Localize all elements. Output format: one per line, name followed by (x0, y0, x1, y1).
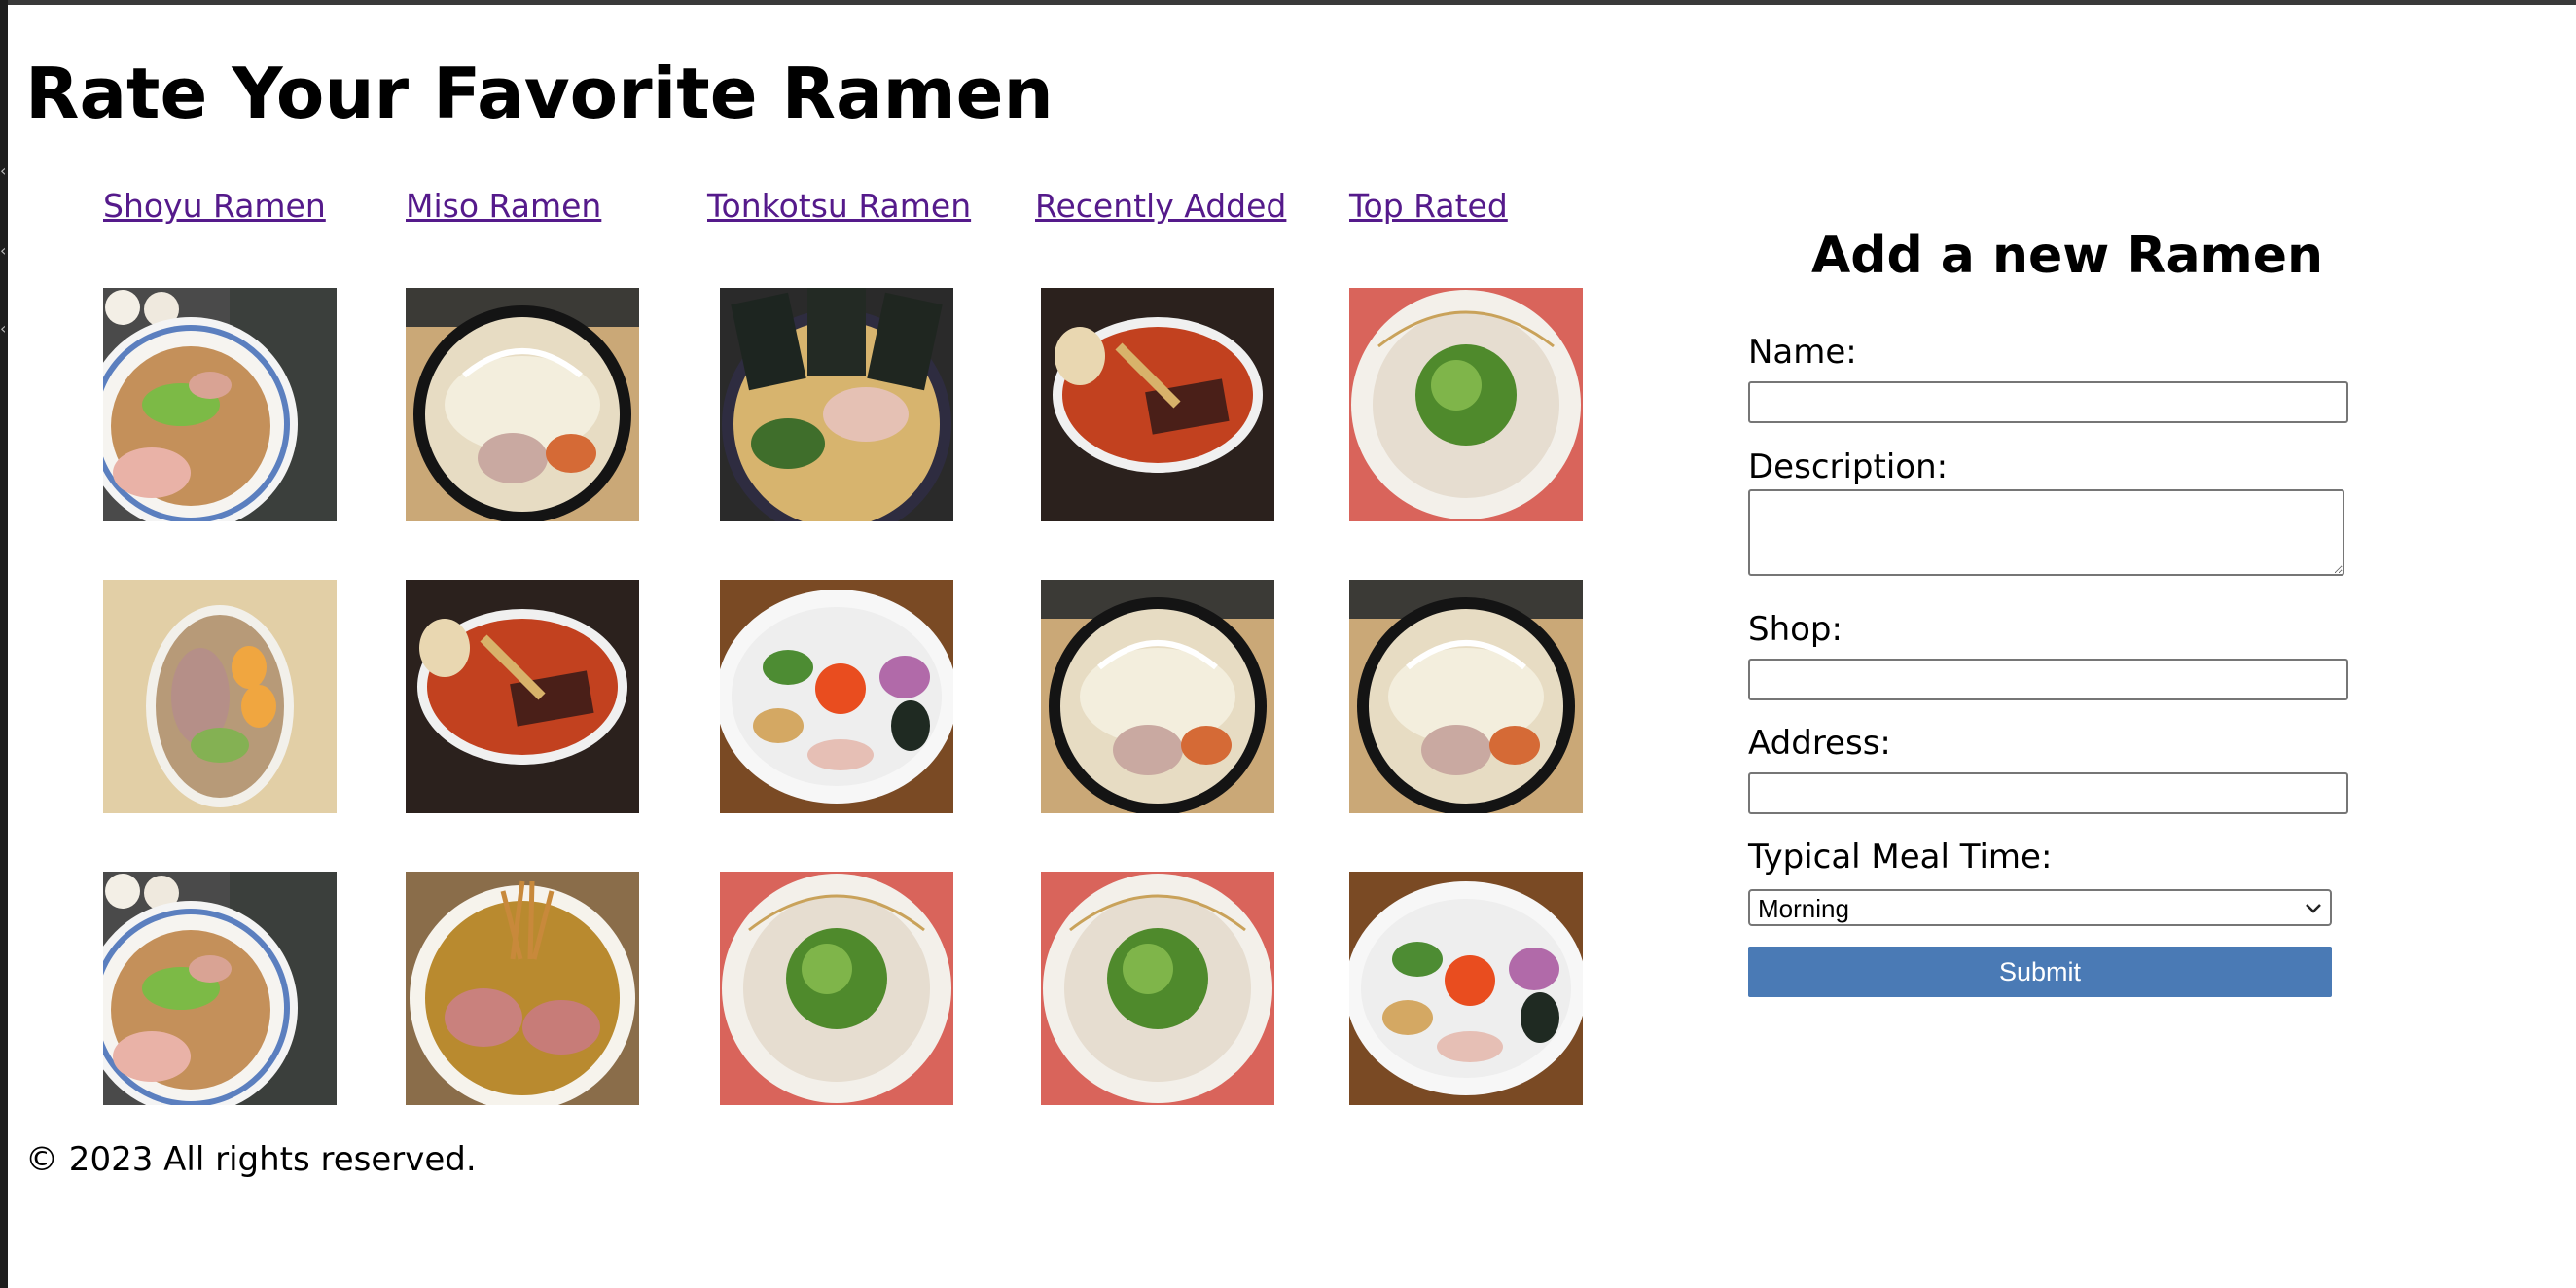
address-label: Address: (1748, 724, 1891, 763)
ramen-photo[interactable] (103, 872, 337, 1105)
shop-label: Shop: (1748, 610, 1843, 649)
tonkotsu-bowl-with-nori-and-chashu-photo (720, 288, 953, 521)
ramen-photo[interactable] (406, 580, 639, 813)
shop-input[interactable] (1748, 659, 2348, 700)
ramen-photo[interactable] (720, 288, 953, 521)
browser-top-edge (0, 0, 2576, 5)
meal-time-label: Typical Meal Time: (1748, 838, 2053, 877)
page-title: Rate Your Favorite Ramen (25, 53, 1054, 134)
meal-time-selected-value: Morning (1758, 894, 1849, 923)
ramen-photo[interactable] (1349, 580, 1583, 813)
spicy-red-bowl-with-egg-photo (1041, 288, 1274, 521)
footer-copyright: © 2023 All rights reserved. (25, 1140, 477, 1179)
edge-glyph: ‹ (0, 161, 7, 180)
nav-link-tonkotsu-ramen[interactable]: Tonkotsu Ramen (707, 183, 971, 230)
nav-link-top-rated[interactable]: Top Rated (1349, 183, 1508, 230)
name-input[interactable] (1748, 381, 2348, 423)
spicy-red-bowl-with-egg-photo (406, 580, 639, 813)
mazesoba-bowl-with-egg-yolk-photo (1349, 872, 1583, 1105)
ramen-photo[interactable] (1349, 872, 1583, 1105)
ramen-photo[interactable] (1041, 872, 1274, 1105)
shoyu-bowl-with-chashu-and-scallions-photo (103, 288, 337, 521)
ramen-photo[interactable] (1041, 288, 1274, 521)
description-textarea[interactable] (1748, 489, 2344, 576)
ramen-photo[interactable] (406, 288, 639, 521)
shoyu-bowl-with-chashu-and-scallions-photo (103, 872, 337, 1105)
tonkotsu-bowl-with-scallions-photo (1349, 288, 1583, 521)
ramen-photo[interactable] (720, 872, 953, 1105)
tonkotsu-bowl-with-scallions-photo (1041, 872, 1274, 1105)
meal-time-select[interactable]: Morning (1748, 889, 2332, 926)
chevron-down-icon (2306, 904, 2321, 913)
shoyu-bowl-with-eggs-top-view-photo (103, 580, 337, 813)
miso-bowl-with-bean-sprouts-photo (406, 288, 639, 521)
ramen-photo[interactable] (1041, 580, 1274, 813)
miso-bowl-with-chashu-and-fried-onion-photo (406, 872, 639, 1105)
address-input[interactable] (1748, 772, 2348, 814)
nav-link-miso-ramen[interactable]: Miso Ramen (406, 183, 601, 230)
tonkotsu-bowl-with-scallions-photo (720, 872, 953, 1105)
miso-bowl-with-bean-sprouts-photo (1041, 580, 1274, 813)
name-label: Name: (1748, 333, 1857, 372)
ramen-photo[interactable] (406, 872, 639, 1105)
ramen-photo[interactable] (103, 288, 337, 521)
nav-link-shoyu-ramen[interactable]: Shoyu Ramen (103, 183, 326, 230)
submit-button[interactable]: Submit (1748, 947, 2332, 997)
miso-bowl-with-bean-sprouts-photo (1349, 580, 1583, 813)
ramen-photo[interactable] (103, 580, 337, 813)
description-label: Description: (1748, 447, 1949, 486)
edge-glyph: ‹ (0, 319, 7, 338)
ramen-photo[interactable] (1349, 288, 1583, 521)
edge-glyph: ‹ (0, 241, 7, 260)
form-title: Add a new Ramen (1811, 227, 2324, 285)
category-nav: Shoyu Ramen Miso Ramen Tonkotsu Ramen Re… (0, 183, 1654, 232)
ramen-photo[interactable] (720, 580, 953, 813)
mazesoba-bowl-with-egg-yolk-photo (720, 580, 953, 813)
nav-link-recently-added[interactable]: Recently Added (1035, 183, 1286, 230)
